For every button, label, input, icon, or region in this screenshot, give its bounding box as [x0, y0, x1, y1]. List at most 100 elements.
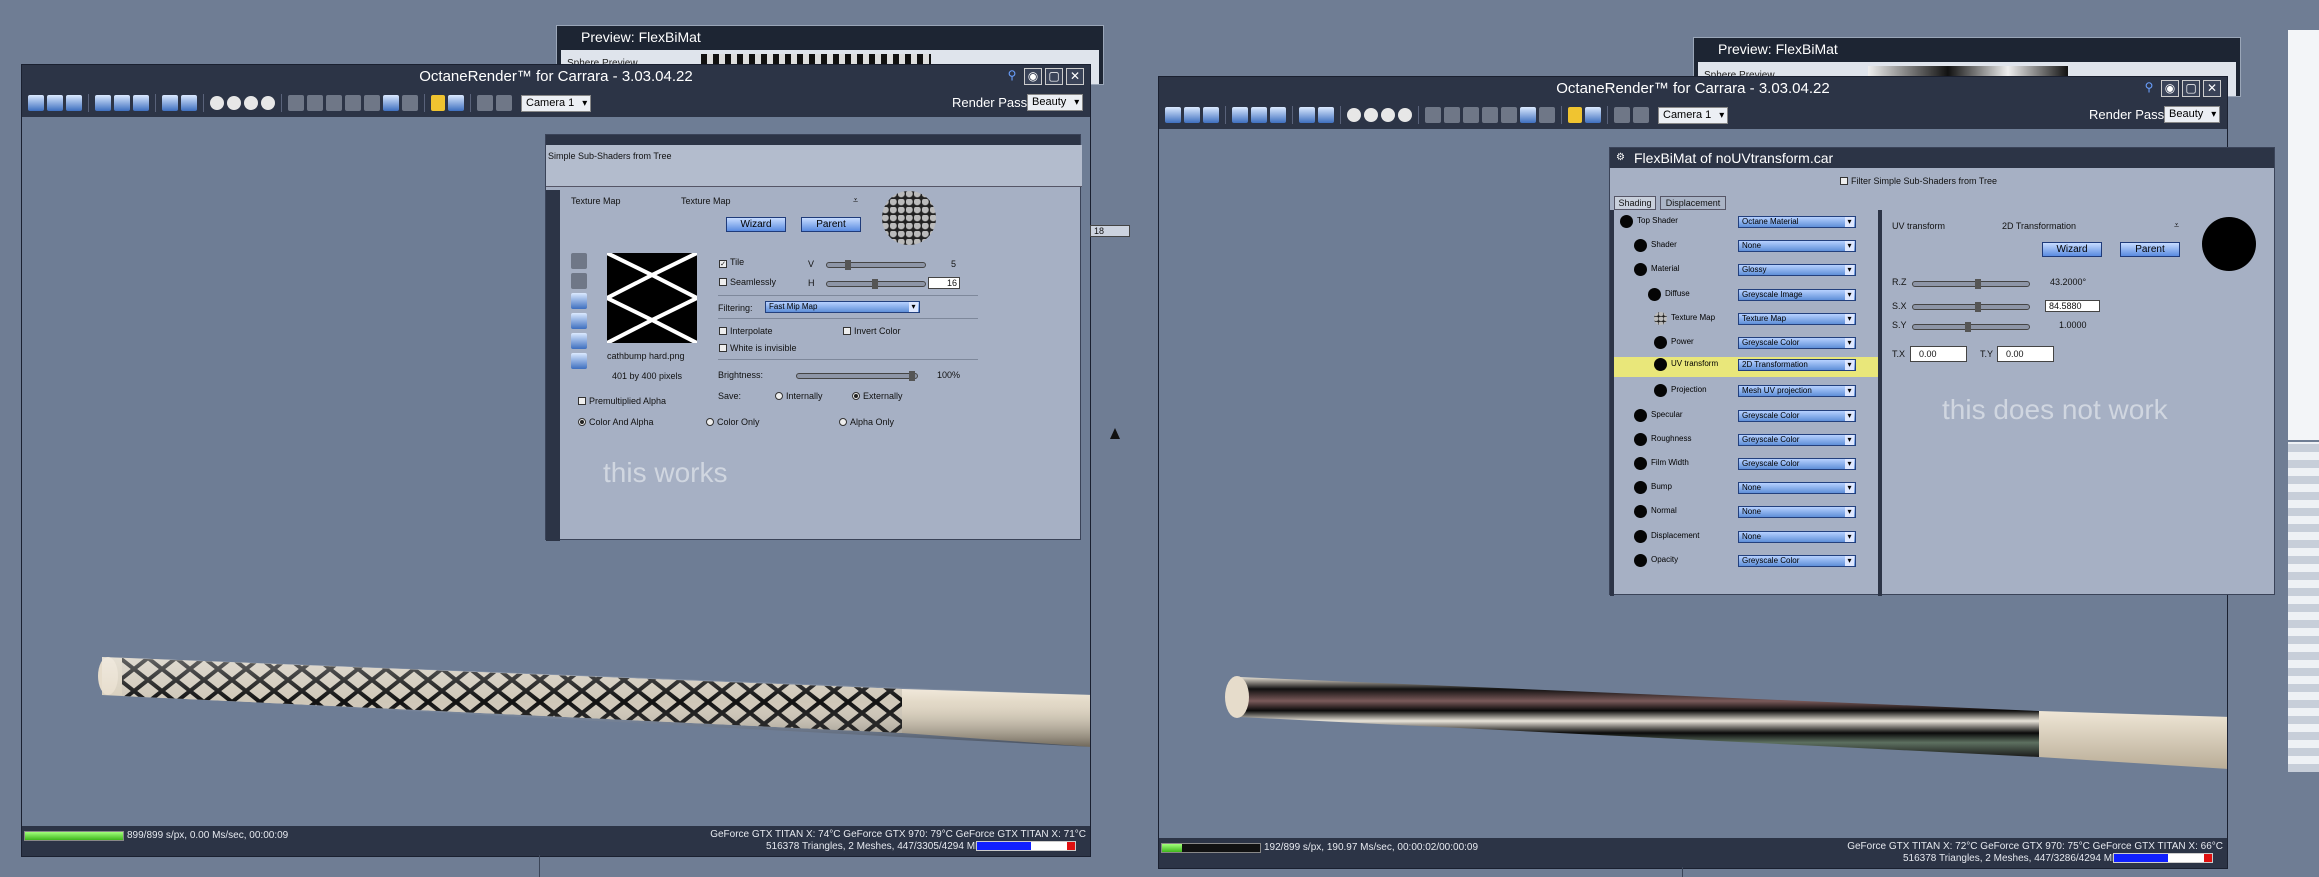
- tree-row-select[interactable]: None: [1738, 506, 1856, 519]
- filtering-select[interactable]: Fast Mip Map: [765, 301, 920, 313]
- stop-icon[interactable]: [1398, 108, 1412, 122]
- sx-slider[interactable]: [1912, 302, 2030, 312]
- parent-button[interactable]: Parent: [2120, 242, 2180, 257]
- sy-slider[interactable]: [1912, 322, 2030, 332]
- camera-icon[interactable]: [345, 95, 361, 111]
- slider-knob[interactable]: [845, 260, 851, 270]
- pin-icon[interactable]: ⚲: [2140, 80, 2158, 97]
- h-slider[interactable]: [826, 279, 926, 289]
- pin-icon[interactable]: ⚲: [1003, 68, 1021, 85]
- seamless-checkbox[interactable]: Seamlessly: [719, 277, 776, 287]
- folder-icon[interactable]: [66, 95, 82, 111]
- tree-row-select[interactable]: Greyscale Color: [1738, 554, 1856, 567]
- shrink-icon[interactable]: [496, 95, 512, 111]
- alpha-only-radio[interactable]: Alpha Only: [839, 417, 894, 427]
- slider-knob[interactable]: [909, 371, 915, 381]
- film-icon[interactable]: [1614, 107, 1630, 123]
- ty-value-input[interactable]: 0.00: [1997, 346, 2054, 362]
- wizard-button[interactable]: Wizard: [2042, 242, 2102, 257]
- lock-icon[interactable]: [288, 95, 304, 111]
- tree-row[interactable]: Specular Greyscale Color: [1614, 408, 1878, 424]
- send-icon[interactable]: [162, 95, 178, 111]
- arrow-right-icon[interactable]: [1184, 107, 1200, 123]
- tree-row-select[interactable]: 2D Transformation: [1738, 359, 1856, 372]
- tree-row-select[interactable]: Mesh UV projection: [1738, 385, 1856, 398]
- camera-icon[interactable]: [1482, 107, 1498, 123]
- image-icon[interactable]: [1585, 107, 1601, 123]
- filter-checkbox[interactable]: Filter Simple Sub-Shaders from Tree: [1840, 176, 1997, 186]
- tree-row-select[interactable]: None: [1738, 240, 1856, 253]
- arrow-left-icon[interactable]: [1165, 107, 1181, 123]
- copy-icon[interactable]: [95, 95, 111, 111]
- render-pass-select[interactable]: Beauty: [2164, 106, 2221, 123]
- object-icon[interactable]: [1444, 107, 1460, 123]
- gear-icon[interactable]: ⚙: [1616, 148, 1625, 168]
- slider-knob[interactable]: [1975, 279, 1981, 289]
- arrow-right-icon[interactable]: [47, 95, 63, 111]
- tree-row[interactable]: Top Shader Octane Material: [1614, 214, 1878, 230]
- stop-icon[interactable]: [261, 96, 275, 110]
- folder-icon[interactable]: [1203, 107, 1219, 123]
- pause-icon[interactable]: [227, 96, 241, 110]
- interpolate-checkbox[interactable]: Interpolate: [719, 326, 773, 336]
- lock-icon[interactable]: [1425, 107, 1441, 123]
- tree-row-select[interactable]: Greyscale Color: [1738, 433, 1856, 446]
- af-icon[interactable]: [383, 95, 399, 111]
- tree-row-select[interactable]: Octane Material: [1738, 216, 1856, 228]
- slider-knob[interactable]: [1975, 302, 1981, 312]
- slider-knob[interactable]: [872, 279, 878, 289]
- play-icon[interactable]: [1381, 108, 1395, 122]
- brightness-slider[interactable]: [796, 371, 918, 381]
- color-only-radio[interactable]: Color Only: [706, 417, 760, 427]
- tree-row[interactable]: Opacity Greyscale Color: [1614, 553, 1878, 569]
- shrink-icon[interactable]: [1633, 107, 1649, 123]
- close-icon[interactable]: ✕: [1066, 68, 1084, 85]
- close-icon[interactable]: ✕: [2203, 80, 2221, 97]
- eye-icon[interactable]: ◉: [2161, 80, 2179, 97]
- light-icon[interactable]: [326, 95, 342, 111]
- camera-select[interactable]: Camera 1: [1658, 106, 1729, 124]
- flip-horizontal-icon[interactable]: [571, 313, 587, 329]
- zoom-icon[interactable]: [402, 95, 418, 111]
- rotate-icon[interactable]: [571, 333, 587, 349]
- color-alpha-radio[interactable]: Color And Alpha: [578, 417, 654, 427]
- render-pass-select[interactable]: Beauty: [1027, 94, 1084, 111]
- zoom-icon[interactable]: [1539, 107, 1555, 123]
- undo-icon[interactable]: [1568, 107, 1582, 123]
- pause-icon[interactable]: [1364, 108, 1378, 122]
- tree-row[interactable]: Material Glossy: [1614, 262, 1878, 278]
- tab-shading[interactable]: Shading: [1614, 196, 1656, 210]
- tree-row-select[interactable]: None: [1738, 482, 1856, 495]
- chevron-down-icon[interactable]: ⩡: [853, 195, 858, 206]
- chevron-down-icon[interactable]: ⩡: [2174, 220, 2179, 231]
- rewind-icon[interactable]: [1347, 108, 1361, 122]
- h-value-input[interactable]: 16: [928, 277, 960, 289]
- tree-row[interactable]: Shader None: [1614, 238, 1878, 254]
- tree-row[interactable]: Bump None: [1614, 480, 1878, 496]
- copy-icon[interactable]: [1232, 107, 1248, 123]
- light-icon[interactable]: [1463, 107, 1479, 123]
- white-invisible-checkbox[interactable]: White is invisible: [719, 343, 797, 353]
- target-icon[interactable]: [1501, 107, 1517, 123]
- tree-row[interactable]: Texture Map Texture Map: [1614, 311, 1878, 327]
- save-externally-radio[interactable]: Externally: [852, 391, 903, 401]
- rewind-icon[interactable]: [210, 96, 224, 110]
- tree-row-select[interactable]: None: [1738, 530, 1856, 543]
- v-slider[interactable]: [826, 260, 926, 270]
- tile-checkbox[interactable]: ✓ Tile: [719, 257, 744, 268]
- tree-row-select[interactable]: Greyscale Color: [1738, 458, 1856, 470]
- tree-row-select[interactable]: Glossy: [1738, 264, 1856, 277]
- tab-displacement[interactable]: Displacement: [1660, 196, 1726, 210]
- undo-icon[interactable]: [431, 95, 445, 111]
- book-icon[interactable]: [1318, 107, 1334, 123]
- cube-icon[interactable]: [133, 95, 149, 111]
- invert-checkbox[interactable]: Invert Color: [843, 326, 901, 336]
- tree-row[interactable]: Power Greyscale Color: [1614, 335, 1878, 351]
- premultiplied-checkbox[interactable]: Premultiplied Alpha: [578, 396, 666, 406]
- tree-row[interactable]: Roughness Greyscale Color: [1614, 432, 1878, 448]
- tree-row[interactable]: Projection Mesh UV projection: [1614, 383, 1878, 399]
- send-icon[interactable]: [1299, 107, 1315, 123]
- book-icon[interactable]: [181, 95, 197, 111]
- tree-row[interactable]: Normal None: [1614, 504, 1878, 520]
- target-icon[interactable]: [364, 95, 380, 111]
